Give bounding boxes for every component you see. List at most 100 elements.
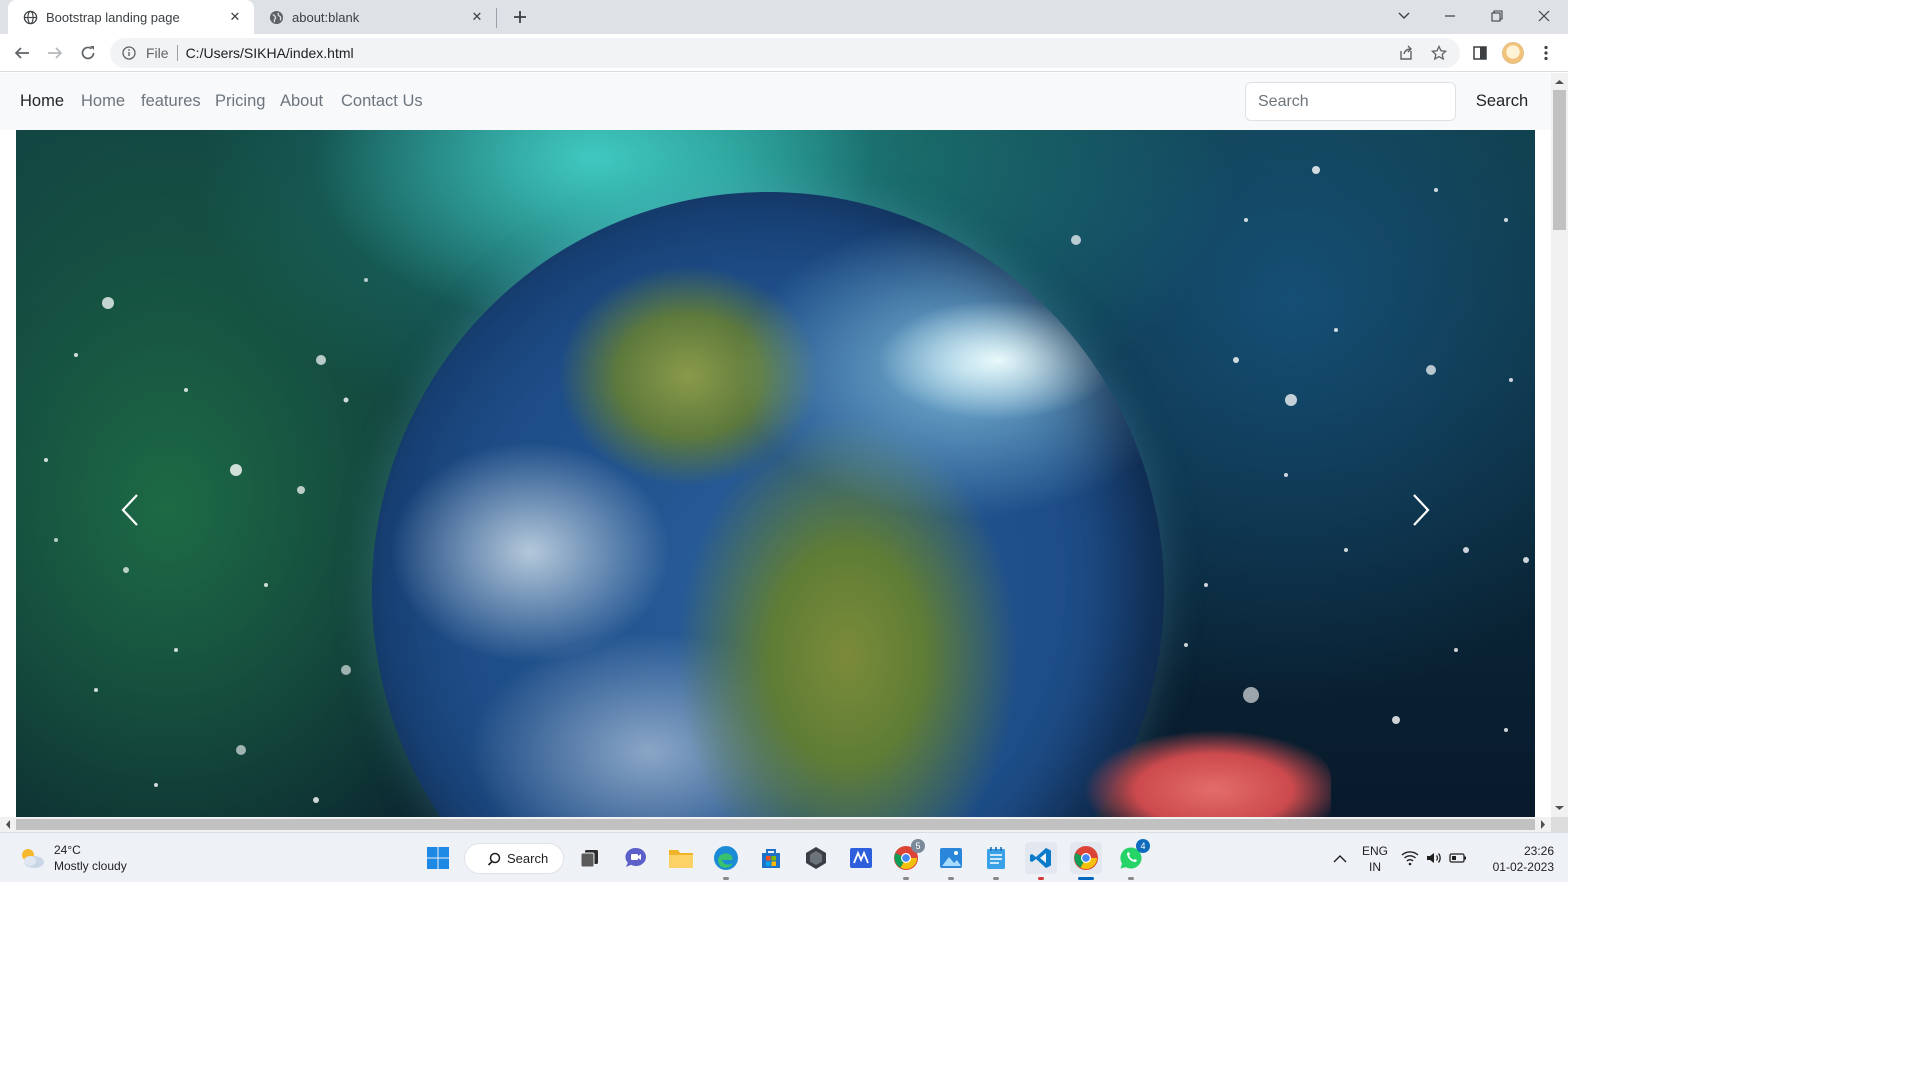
side-panel-button[interactable] <box>1467 40 1493 66</box>
horizontal-scroll-thumb[interactable] <box>16 819 1535 830</box>
cloudy-weather-icon <box>22 849 44 868</box>
taskbar-search[interactable]: Search <box>464 843 564 874</box>
vertical-scrollbar[interactable] <box>1551 73 1568 817</box>
horizontal-scrollbar[interactable] <box>0 817 1551 832</box>
arrow-right-icon <box>48 47 63 59</box>
tab-divider <box>496 8 497 28</box>
clock-time: 23:26 <box>1523 844 1554 858</box>
notepad-icon <box>987 847 1005 869</box>
address-bar[interactable]: File C:/Users/SIKHA/index.html <box>110 38 1460 68</box>
page-viewport: Home Home features Pricing About Contact… <box>0 73 1551 817</box>
start-button[interactable] <box>422 842 454 874</box>
running-indicator <box>723 877 729 880</box>
file-explorer-button[interactable] <box>665 842 697 874</box>
search-icon <box>487 852 501 866</box>
chrome-button[interactable] <box>1070 842 1102 880</box>
chevron-left-icon <box>121 494 138 526</box>
browser-tab-strip: Bootstrap landing page ✕ about:blank ✕ <box>0 0 1568 34</box>
language-code: ENG <box>1361 844 1388 858</box>
nav-link-home[interactable]: Home <box>81 92 125 111</box>
vscode-button[interactable] <box>1025 842 1057 880</box>
site-navbar: Home Home features Pricing About Contact… <box>0 73 1551 130</box>
star-icon[interactable] <box>1425 38 1453 68</box>
app-hexagon-button[interactable] <box>800 842 832 874</box>
menu-button[interactable] <box>1533 40 1559 66</box>
tab-bootstrap-landing[interactable]: Bootstrap landing page ✕ <box>8 0 254 34</box>
kebab-menu-icon <box>1544 45 1548 61</box>
address-divider <box>176 45 178 61</box>
nav-link-about[interactable]: About <box>280 92 323 111</box>
weather-widget[interactable]: 24°C Mostly cloudy <box>18 842 127 874</box>
task-view-button[interactable] <box>574 842 606 874</box>
nav-link-contact[interactable]: Contact Us <box>341 92 423 111</box>
close-icon[interactable]: ✕ <box>468 8 486 26</box>
chrome-profile-button[interactable]: 5 <box>890 839 925 880</box>
restore-button[interactable] <box>1474 0 1520 32</box>
chevron-up-icon <box>1333 854 1347 862</box>
carousel-prev-button[interactable] <box>110 485 150 535</box>
active-indicator <box>1078 877 1094 880</box>
nav-link-pricing[interactable]: Pricing <box>215 92 265 111</box>
search-input[interactable] <box>1245 82 1456 121</box>
info-icon[interactable] <box>121 45 137 61</box>
search-button[interactable]: Search <box>1466 82 1538 121</box>
scroll-corner <box>1551 817 1568 832</box>
back-button[interactable] <box>9 40 35 66</box>
app-ma-button[interactable] <box>845 842 877 874</box>
whatsapp-button[interactable]: 4 <box>1115 839 1150 880</box>
region-code: IN <box>1369 860 1381 874</box>
chevron-down-icon <box>1398 12 1410 19</box>
clock-date: 01-02-2023 <box>1492 860 1554 874</box>
restore-icon <box>1491 10 1503 22</box>
url-text[interactable]: C:/Users/SIKHA/index.html <box>186 45 354 61</box>
scroll-up-icon[interactable] <box>1551 76 1568 88</box>
volume-icon <box>1427 853 1441 863</box>
carousel-next-button[interactable] <box>1401 485 1441 535</box>
taskbar-search-label: Search <box>507 851 549 866</box>
vertical-scroll-thumb[interactable] <box>1553 90 1566 230</box>
language-indicator[interactable]: ENG IN <box>1360 843 1390 875</box>
reload-icon <box>81 46 95 60</box>
vscode-icon <box>1030 848 1051 868</box>
running-indicator <box>903 877 909 880</box>
forward-button[interactable] <box>42 40 68 66</box>
tab-title: Bootstrap landing page <box>46 9 180 25</box>
navbar-brand[interactable]: Home <box>20 92 64 111</box>
globe-icon <box>268 9 284 25</box>
cube-icon <box>806 847 826 869</box>
running-indicator <box>993 877 999 880</box>
tab-about-blank[interactable]: about:blank ✕ <box>254 0 496 34</box>
nav-link-features[interactable]: features <box>141 92 201 111</box>
close-icon[interactable]: ✕ <box>226 8 244 26</box>
chrome-icon <box>1074 846 1098 870</box>
photos-icon <box>940 848 962 868</box>
reload-button[interactable] <box>75 40 101 66</box>
photos-button[interactable] <box>935 842 967 880</box>
plus-icon <box>514 11 526 23</box>
globe-icon <box>22 9 38 25</box>
edge-button[interactable] <box>710 842 742 880</box>
quick-settings-button[interactable] <box>1398 842 1470 874</box>
new-tab-button[interactable] <box>508 5 532 29</box>
share-icon[interactable] <box>1392 38 1420 68</box>
arrow-left-icon <box>14 47 29 59</box>
store-button[interactable] <box>755 842 787 874</box>
scroll-down-icon[interactable] <box>1551 802 1568 814</box>
browser-toolbar: File C:/Users/SIKHA/index.html <box>0 34 1568 72</box>
weather-temperature: 24°C <box>54 843 81 857</box>
show-hidden-icons-button[interactable] <box>1324 842 1356 874</box>
teams-chat-button[interactable] <box>620 842 652 874</box>
notepad-button[interactable] <box>980 842 1012 880</box>
folder-icon <box>669 850 693 868</box>
scroll-right-icon[interactable] <box>1537 817 1549 832</box>
minimize-button[interactable] <box>1427 0 1473 32</box>
profile-avatar[interactable] <box>1502 42 1524 64</box>
tab-search-button[interactable] <box>1381 0 1427 32</box>
close-icon <box>1538 10 1550 22</box>
weather-condition: Mostly cloudy <box>54 859 127 873</box>
battery-icon <box>1449 853 1466 863</box>
running-indicator <box>948 877 954 880</box>
scroll-left-icon[interactable] <box>2 817 14 832</box>
clock[interactable]: 23:26 01-02-2023 <box>1480 843 1554 875</box>
close-window-button[interactable] <box>1521 0 1567 32</box>
